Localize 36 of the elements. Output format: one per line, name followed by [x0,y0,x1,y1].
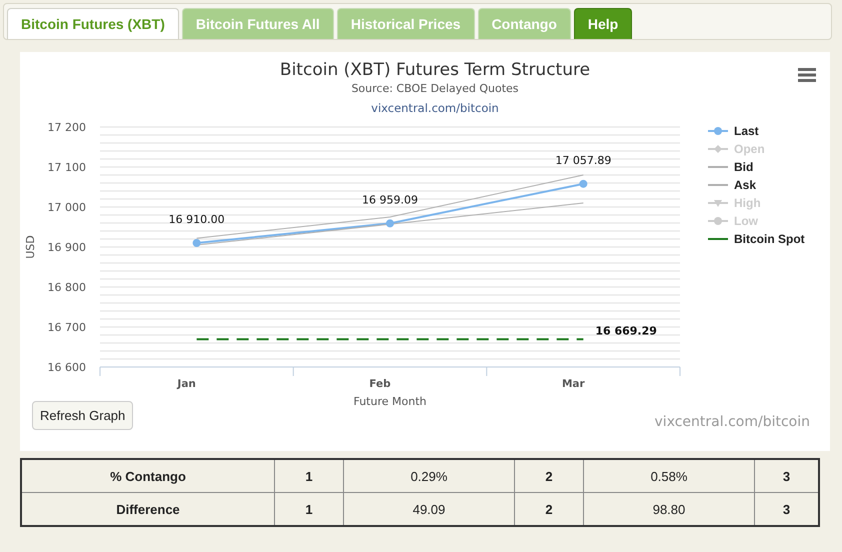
y-tick-label: 16 600 [48,361,86,374]
data-point [192,239,201,247]
y-axis-title: USD [24,235,37,259]
menu-icon[interactable] [798,68,816,82]
data-label: 16 959.09 [362,193,418,206]
legend-item[interactable]: Last [734,124,759,138]
chart-subtitle: Source: CBOE Delayed Quotes [351,82,519,95]
legend-item[interactable]: Bid [734,160,754,174]
y-tick-label: 16 800 [48,281,86,294]
x-tick-label: Mar [562,378,585,390]
y-tick-label: 16 700 [48,321,86,334]
refresh-graph-button[interactable]: Refresh Graph [32,401,134,430]
x-axis-title: Future Month [354,395,426,408]
y-tick-label: 17 000 [48,201,86,214]
table-cell: 2 [514,459,584,492]
chart-title: Bitcoin (XBT) Futures Term Structure [280,60,590,80]
legend-item[interactable]: Bitcoin Spot [734,232,805,246]
y-tick-label: 17 200 [48,121,86,134]
x-tick-label: Feb [369,378,391,390]
table-cell: 0.29% [344,459,514,492]
source-link[interactable]: vixcentral.com/bitcoin [371,101,499,115]
table-cell: % Contango [21,459,274,492]
legend-item[interactable]: Ask [734,178,756,192]
y-tick-label: 16 900 [48,241,86,254]
chart-credit: vixcentral.com/bitcoin [654,414,810,430]
x-tick-label: Jan [177,378,196,390]
table-cell: 0.58% [584,459,754,492]
tab[interactable]: Help [574,8,632,39]
y-tick-label: 17 100 [48,161,86,174]
table-cell: 1 [274,459,344,492]
data-point [579,180,588,188]
data-label: 17 057.89 [555,154,612,167]
tab[interactable]: Bitcoin Futures (XBT) [7,8,179,39]
data-label: 16 669.29 [595,324,657,338]
data-label: 16 910.00 [168,213,225,226]
data-point [386,219,394,228]
